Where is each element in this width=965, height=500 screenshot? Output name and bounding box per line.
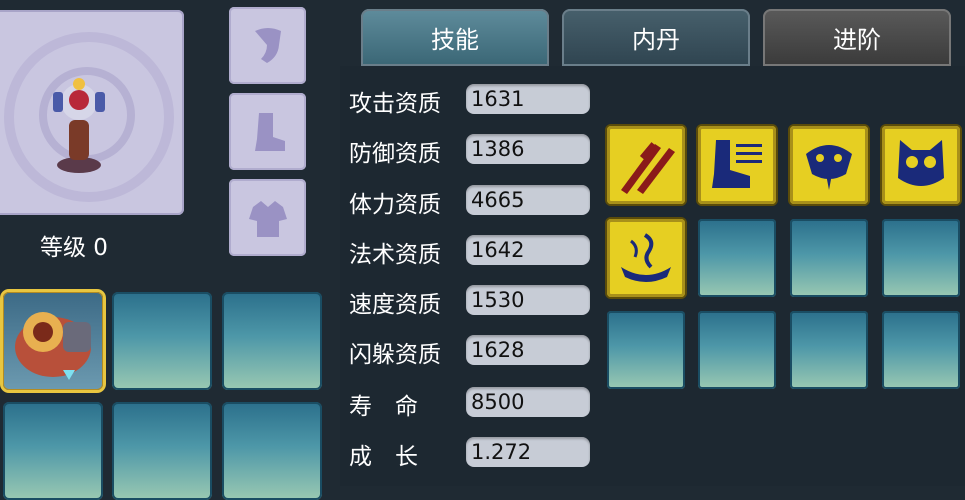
tab-inner-elixir[interactable]: 内丹 bbox=[562, 9, 750, 66]
skill-slot-8[interactable] bbox=[882, 219, 960, 297]
serpent-skill-icon bbox=[806, 145, 852, 190]
stat-value-growth: 1.272 bbox=[466, 437, 590, 467]
tab-advance[interactable]: 进阶 bbox=[763, 9, 951, 66]
skill-slot-2[interactable] bbox=[698, 126, 776, 204]
stat-value-stamina: 4665 bbox=[466, 185, 590, 215]
skill-slot-1[interactable] bbox=[607, 126, 685, 204]
skill-slot-5[interactable] bbox=[607, 219, 685, 297]
stat-label-attack: 攻击资质 bbox=[349, 91, 441, 117]
skill-slot-6[interactable] bbox=[698, 219, 776, 297]
stat-value-speed: 1530 bbox=[466, 285, 590, 315]
pet-slot-2[interactable] bbox=[112, 292, 212, 390]
swords-skill-icon bbox=[621, 142, 675, 194]
skill-slot-12[interactable] bbox=[882, 311, 960, 389]
stat-label-dodge: 闪躲资质 bbox=[349, 342, 441, 368]
pet-mount-icon bbox=[15, 312, 91, 380]
pet-slot-4[interactable] bbox=[3, 402, 103, 500]
boots-icon bbox=[254, 112, 285, 151]
tab-skills[interactable]: 技能 bbox=[361, 9, 549, 66]
equip-slot-necklace[interactable] bbox=[229, 7, 306, 84]
pet-slot-1[interactable] bbox=[3, 292, 103, 390]
skill-slot-4[interactable] bbox=[882, 126, 960, 204]
pet-slot-3[interactable] bbox=[222, 292, 322, 390]
necklace-icon bbox=[254, 27, 281, 63]
stat-label-magic: 法术资质 bbox=[349, 242, 441, 268]
skill-slot-11[interactable] bbox=[790, 311, 868, 389]
armor-icon bbox=[248, 200, 287, 237]
skill-slot-9[interactable] bbox=[607, 311, 685, 389]
equip-slot-boots[interactable] bbox=[229, 93, 306, 170]
stat-value-magic: 1642 bbox=[466, 235, 590, 265]
skill-slot-7[interactable] bbox=[790, 219, 868, 297]
stat-label-speed: 速度资质 bbox=[349, 292, 441, 318]
pet-slot-5[interactable] bbox=[112, 402, 212, 500]
stat-label-defense: 防御资质 bbox=[349, 141, 441, 167]
equip-slot-armor[interactable] bbox=[229, 179, 306, 256]
owl-skill-icon bbox=[898, 140, 944, 186]
skill-slot-10[interactable] bbox=[698, 311, 776, 389]
skill-slot-3[interactable] bbox=[790, 126, 868, 204]
speed-boot-skill-icon bbox=[712, 140, 762, 188]
pet-portrait bbox=[0, 10, 184, 215]
pet-slot-6[interactable] bbox=[222, 402, 322, 500]
pet-sprite bbox=[53, 78, 105, 173]
stat-value-attack: 1631 bbox=[466, 84, 590, 114]
stat-value-dodge: 1628 bbox=[466, 335, 590, 365]
pet-level: 等级 0 bbox=[40, 235, 108, 261]
stat-label-growth: 成 长 bbox=[349, 444, 418, 470]
dragon-boat-skill-icon bbox=[621, 233, 671, 282]
stat-value-lifespan: 8500 bbox=[466, 387, 590, 417]
stat-label-lifespan: 寿 命 bbox=[349, 394, 418, 420]
stat-value-defense: 1386 bbox=[466, 134, 590, 164]
stat-label-stamina: 体力资质 bbox=[349, 192, 441, 218]
